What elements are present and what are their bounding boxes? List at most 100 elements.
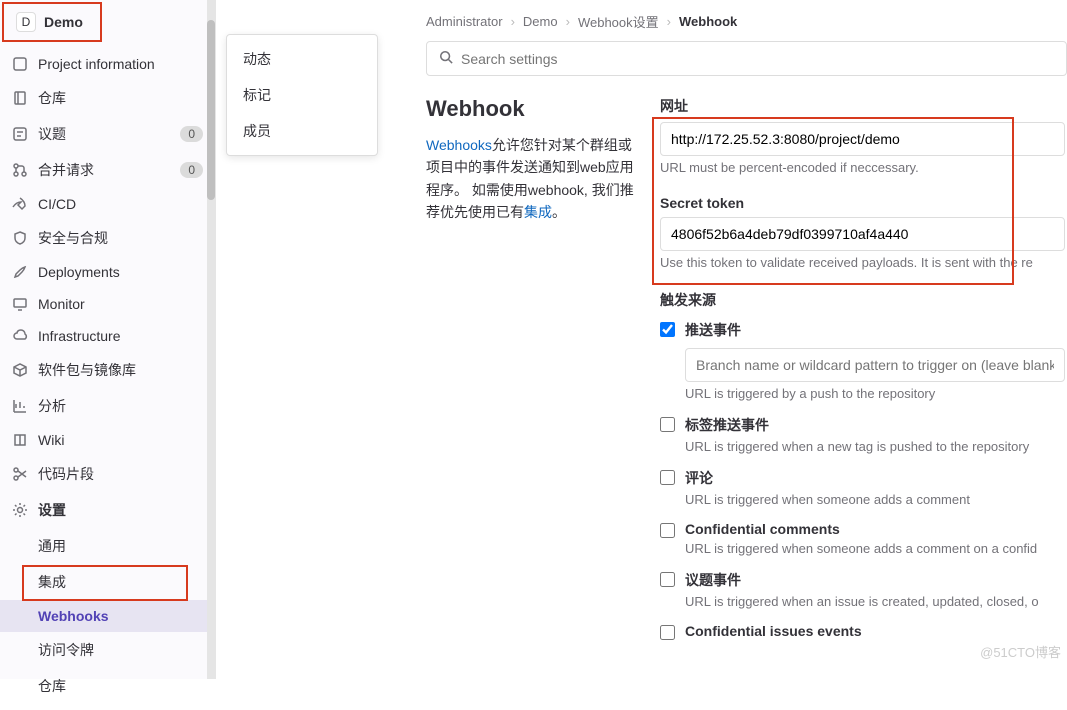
- flyout-item-activity[interactable]: 动态: [227, 41, 377, 77]
- sidebar-item-label: Project information: [38, 56, 203, 72]
- mr-badge: 0: [180, 162, 203, 178]
- settings-sub-general[interactable]: 通用: [0, 528, 215, 564]
- breadcrumb-current: Webhook: [679, 14, 737, 29]
- trigger-name: Confidential issues events: [685, 623, 1065, 639]
- sidebar-item-merge-requests[interactable]: 合并请求 0: [0, 152, 215, 188]
- sidebar-item-label: 议题: [38, 124, 170, 144]
- trigger-title: 触发来源: [660, 290, 1065, 310]
- chevron-right-icon: ›: [566, 14, 570, 29]
- project-info-flyout: 动态 标记 成员: [226, 34, 378, 156]
- sidebar-item-issues[interactable]: 议题 0: [0, 116, 215, 152]
- trigger-hint: URL is triggered when someone adds a com…: [685, 492, 1065, 507]
- breadcrumb-admin[interactable]: Administrator: [426, 14, 503, 29]
- search-settings-box[interactable]: [426, 41, 1067, 76]
- trigger-hint: URL is triggered by a push to the reposi…: [685, 386, 1065, 401]
- chevron-right-icon: ›: [667, 14, 671, 29]
- webhooks-link[interactable]: Webhooks: [426, 137, 492, 153]
- sidebar-item-label: Wiki: [38, 432, 203, 448]
- settings-sub-webhooks[interactable]: Webhooks: [0, 600, 215, 632]
- token-hint: Use this token to validate received payl…: [660, 255, 1065, 270]
- settings-sub-integrations[interactable]: 集成: [0, 564, 215, 600]
- trigger-push: 推送事件 URL is triggered by a push to the r…: [660, 320, 1065, 401]
- page-title: Webhook: [426, 96, 636, 122]
- url-hint: URL must be percent-encoded if neccessar…: [660, 160, 1065, 175]
- sidebar-item-cicd[interactable]: CI/CD: [0, 188, 215, 220]
- trigger-conf-issues-checkbox[interactable]: [660, 625, 675, 640]
- sidebar-item-label: 软件包与镜像库: [38, 360, 203, 380]
- sidebar-item-security[interactable]: 安全与合规: [0, 220, 215, 256]
- package-icon: [12, 362, 28, 378]
- info-icon: [12, 56, 28, 72]
- book-icon: [12, 90, 28, 106]
- url-label: 网址: [660, 96, 1065, 116]
- chart-icon: [12, 398, 28, 414]
- search-input[interactable]: [461, 51, 1054, 67]
- sidebar-item-label: 设置: [38, 500, 203, 520]
- webhook-desc-text: Webhooks允许您针对某个群组或项目中的事件发送通知到web应用程序。 如需…: [426, 134, 636, 224]
- trigger-name: 评论: [685, 468, 1065, 488]
- trigger-tag-push-checkbox[interactable]: [660, 417, 675, 432]
- sidebar-item-deployments[interactable]: Deployments: [0, 256, 215, 288]
- trigger-name: 议题事件: [685, 570, 1065, 590]
- trigger-push-checkbox[interactable]: [660, 322, 675, 337]
- shield-icon: [12, 230, 28, 246]
- integrations-link[interactable]: 集成: [524, 204, 552, 220]
- sidebar-item-label: 合并请求: [38, 160, 170, 180]
- sidebar-item-packages[interactable]: 软件包与镜像库: [0, 352, 215, 388]
- token-input[interactable]: [660, 217, 1065, 251]
- cloud-icon: [12, 328, 28, 344]
- merge-icon: [12, 162, 28, 178]
- sidebar-item-infrastructure[interactable]: Infrastructure: [0, 320, 215, 352]
- trigger-hint: URL is triggered when a new tag is pushe…: [685, 439, 1065, 454]
- trigger-comments: 评论 URL is triggered when someone adds a …: [660, 468, 1065, 507]
- project-name: Demo: [44, 14, 83, 30]
- trigger-confidential-comments: Confidential comments URL is triggered w…: [660, 521, 1065, 556]
- scissors-icon: [12, 466, 28, 482]
- breadcrumb-demo[interactable]: Demo: [523, 14, 558, 29]
- sidebar-item-settings[interactable]: 设置: [0, 492, 215, 528]
- sidebar-item-snippets[interactable]: 代码片段: [0, 456, 215, 492]
- project-header[interactable]: D Demo: [2, 2, 102, 42]
- trigger-name: Confidential comments: [685, 521, 1065, 537]
- sidebar-item-label: 分析: [38, 396, 203, 416]
- sidebar-item-label: 安全与合规: [38, 228, 203, 248]
- project-avatar: D: [16, 12, 36, 32]
- settings-sub-repository[interactable]: 仓库: [0, 668, 215, 704]
- sidebar-item-wiki[interactable]: Wiki: [0, 424, 215, 456]
- sidebar-item-label: 仓库: [38, 88, 203, 108]
- webhook-form: 网址 URL must be percent-encoded if necces…: [660, 96, 1067, 657]
- sidebar-item-label: Deployments: [38, 264, 203, 280]
- trigger-hint: URL is triggered when an issue is create…: [685, 594, 1065, 609]
- rocket2-icon: [12, 264, 28, 280]
- breadcrumb-webhook-settings[interactable]: Webhook设置: [578, 12, 659, 31]
- trigger-issues-checkbox[interactable]: [660, 572, 675, 587]
- trigger-comments-checkbox[interactable]: [660, 470, 675, 485]
- flyout-item-labels[interactable]: 标记: [227, 77, 377, 113]
- sidebar-item-label: CI/CD: [38, 196, 203, 212]
- sidebar-item-label: Infrastructure: [38, 328, 203, 344]
- sidebar-item-analytics[interactable]: 分析: [0, 388, 215, 424]
- trigger-confidential-issues: Confidential issues events: [660, 623, 1065, 643]
- trigger-name: 标签推送事件: [685, 415, 1065, 435]
- scrollbar-thumb[interactable]: [207, 20, 215, 200]
- sidebar-item-project-info[interactable]: Project information: [0, 48, 215, 80]
- issues-icon: [12, 126, 28, 142]
- wiki-icon: [12, 432, 28, 448]
- trigger-conf-comments-checkbox[interactable]: [660, 523, 675, 538]
- sidebar-item-monitor[interactable]: Monitor: [0, 288, 215, 320]
- trigger-hint: URL is triggered when someone adds a com…: [685, 541, 1065, 556]
- sidebar-item-repository[interactable]: 仓库: [0, 80, 215, 116]
- settings-sub-access-tokens[interactable]: 访问令牌: [0, 632, 215, 668]
- sidebar: D Demo Project information 仓库 议题 0 合并请求 …: [0, 0, 216, 679]
- webhook-description: Webhook Webhooks允许您针对某个群组或项目中的事件发送通知到web…: [426, 96, 636, 657]
- sidebar-scrollbar[interactable]: [207, 0, 215, 679]
- sidebar-item-label: Monitor: [38, 296, 203, 312]
- monitor-icon: [12, 296, 28, 312]
- url-input[interactable]: [660, 122, 1065, 156]
- flyout-item-members[interactable]: 成员: [227, 113, 377, 149]
- branch-filter-input[interactable]: [685, 348, 1065, 382]
- token-label: Secret token: [660, 195, 1065, 211]
- trigger-issues: 议题事件 URL is triggered when an issue is c…: [660, 570, 1065, 609]
- sidebar-nav: Project information 仓库 议题 0 合并请求 0 CI/CD…: [0, 42, 215, 710]
- issues-badge: 0: [180, 126, 203, 142]
